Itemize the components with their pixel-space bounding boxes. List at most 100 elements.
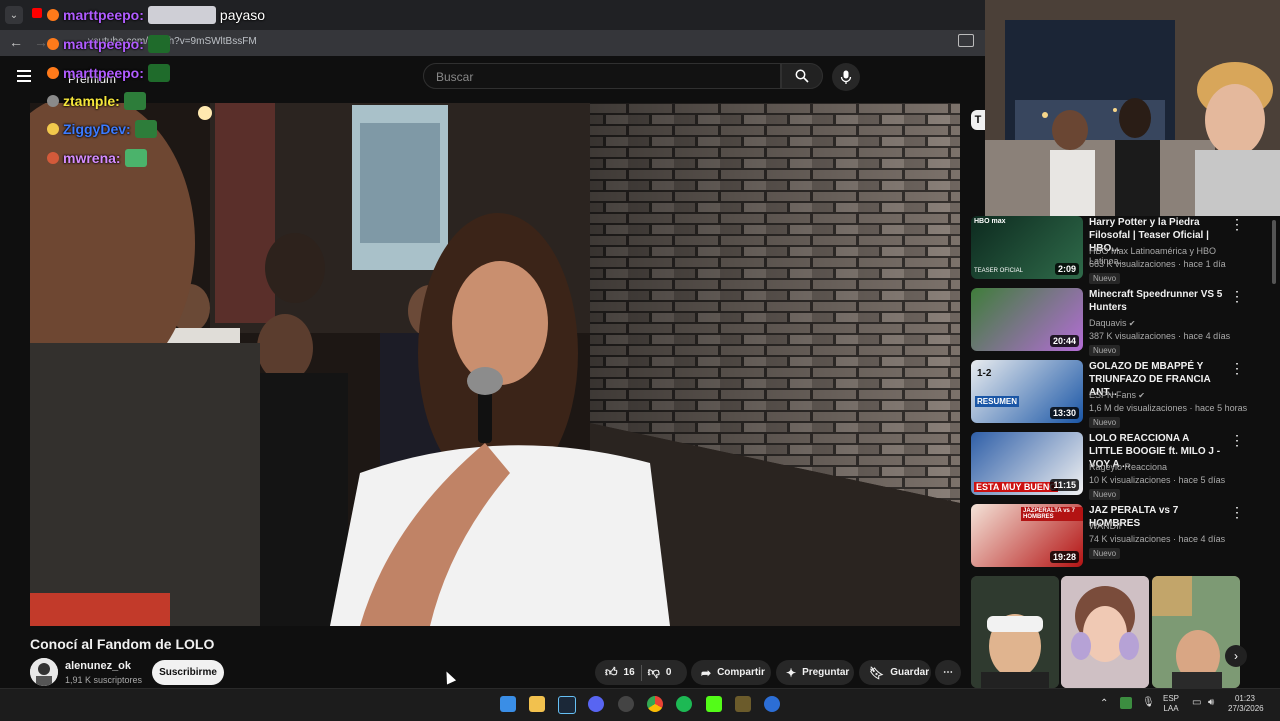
chat-message: marttpeepo: xyxy=(47,35,174,53)
chat-badge-icon xyxy=(47,152,59,164)
recommended-channel[interactable]: ESPN Fans ✔ xyxy=(1089,390,1145,400)
verified-icon: ✔ xyxy=(1126,319,1136,328)
video-thumbnail[interactable]: 20:44 xyxy=(971,288,1083,351)
chat-emote-icon xyxy=(124,149,147,167)
live-thumbnail[interactable] xyxy=(971,576,1059,688)
chat-message: marttpeepo: xyxy=(47,64,174,82)
streamer-webcam xyxy=(985,0,1280,216)
recommended-video-title[interactable]: Minecraft Speedrunner VS 5 Hunters xyxy=(1089,288,1225,314)
video-thumbnail[interactable]: HBO max TEASER OFICIAL 2:09 xyxy=(971,216,1083,279)
like-button[interactable]: 👍︎ 16 xyxy=(605,665,635,680)
recommended-channel[interactable]: WANDII xyxy=(1089,521,1121,531)
spotify-icon[interactable] xyxy=(676,696,692,712)
carousel-next-button[interactable]: › xyxy=(1225,645,1247,667)
tray-app-icon[interactable] xyxy=(1120,697,1132,709)
more-vertical-icon[interactable]: ⋮ xyxy=(1230,360,1244,377)
microphone-tray-icon[interactable]: 🎙︎ xyxy=(1142,698,1155,708)
divider xyxy=(640,664,642,681)
new-badge: Nuevo xyxy=(1089,417,1121,428)
subscribe-button[interactable]: Suscribirme xyxy=(152,660,224,685)
volume-icon[interactable]: 🔊︎ xyxy=(1208,698,1214,708)
chat-emote-icon xyxy=(147,35,170,53)
save-button[interactable]: 🔖︎ Guardar xyxy=(859,660,931,685)
hamburger-menu-icon[interactable] xyxy=(17,70,31,82)
video-thumbnail[interactable]: 1-2 RESUMEN 13:30 xyxy=(971,360,1083,423)
clock-time: 01:23 xyxy=(1234,694,1256,703)
recommended-video[interactable]: 1-2 RESUMEN 13:30 GOLAZO DE MBAPPÉ Y TRIUNF… xyxy=(971,360,1251,428)
chat-badge-icon xyxy=(47,38,59,50)
thumbnail-text: RESUMEN xyxy=(975,396,1020,407)
file-explorer-icon[interactable] xyxy=(529,696,545,712)
share-button[interactable]: ➦ Compartir xyxy=(691,660,771,685)
subscriber-count: 1,91 K suscriptores xyxy=(65,675,143,685)
recommended-channel-name: WANDII xyxy=(1089,521,1122,531)
avatar-image xyxy=(30,658,58,686)
chat-badge-icon xyxy=(47,123,59,135)
video-duration: 20:44 xyxy=(1049,335,1079,347)
keyboard-layout: LAA xyxy=(1163,704,1179,713)
live-thumbnail[interactable] xyxy=(1152,576,1240,688)
channel-name[interactable]: alenunez_ok xyxy=(65,660,131,672)
forward-arrow-icon[interactable]: → xyxy=(34,34,48,50)
ask-button[interactable]: ✦ Preguntar xyxy=(776,660,854,685)
recommended-video[interactable]: ESTA MUY BUENO 11:15 LOLO REACCIONA A LITT… xyxy=(971,432,1251,500)
mouse-cursor-icon xyxy=(441,669,457,685)
chrome-icon[interactable] xyxy=(647,696,663,712)
more-actions-button[interactable]: ⋯ xyxy=(935,660,961,685)
chat-emote-icon xyxy=(123,92,146,110)
more-vertical-icon[interactable]: ⋮ xyxy=(1230,216,1244,233)
search-input[interactable] xyxy=(434,69,768,85)
chat-badge-icon xyxy=(47,95,59,107)
video-thumbnail[interactable]: ESTA MUY BUENO 11:15 xyxy=(971,432,1083,495)
recommended-channel[interactable]: Rageylo Reacciona xyxy=(1089,462,1167,472)
minecraft-icon[interactable] xyxy=(735,696,751,712)
search-button[interactable] xyxy=(781,63,823,89)
more-vertical-icon[interactable]: ⋮ xyxy=(1230,288,1244,305)
language-indicator[interactable]: ESP LAA xyxy=(1163,694,1179,714)
back-arrow-icon[interactable]: ← xyxy=(9,34,23,50)
windows-start-icon[interactable] xyxy=(500,696,516,712)
filter-chip[interactable]: T xyxy=(971,110,985,130)
video-duration: 11:15 xyxy=(1050,479,1079,491)
more-vertical-icon[interactable]: ⋮ xyxy=(1230,432,1244,449)
recommended-video[interactable]: 20:44 Minecraft Speedrunner VS 5 Hunters D… xyxy=(971,288,1251,356)
chat-username: marttpeepo: xyxy=(63,7,144,23)
thumbnail-text: 1-2 xyxy=(977,368,992,379)
voice-search-button[interactable] xyxy=(832,63,860,91)
video-thumbnail[interactable]: JAZPERALTA vs 7 HOMBRES 19:28 xyxy=(971,504,1083,567)
recommended-channel-name: Daquavis xyxy=(1089,318,1127,328)
recommended-video[interactable]: HBO max TEASER OFICIAL 2:09 Harry Potter y … xyxy=(971,216,1251,284)
chat-emote-icon xyxy=(134,120,157,138)
kick-icon[interactable] xyxy=(706,696,722,712)
sidebar-scrollbar[interactable] xyxy=(1272,220,1276,284)
youtube-favicon[interactable] xyxy=(32,8,42,18)
dislike-button[interactable]: 👎︎ 0 xyxy=(648,665,672,680)
video-duration: 2:09 xyxy=(1054,263,1079,275)
tab-search-dropdown-icon[interactable]: ⌄ xyxy=(5,6,23,24)
recommended-channel[interactable]: Daquavis ✔ xyxy=(1089,318,1135,328)
clock[interactable]: 01:23 27/3/2026 xyxy=(1228,694,1264,714)
live-thumbnail[interactable] xyxy=(1061,576,1149,688)
live-thumbnails-row xyxy=(971,576,1241,688)
chat-message: ZiggyDev: xyxy=(47,120,161,138)
recommended-video[interactable]: JAZPERALTA vs 7 HOMBRES 19:28 JAZ PERALTA … xyxy=(971,504,1251,570)
chevron-up-icon[interactable]: ⌃ xyxy=(1100,699,1108,709)
channel-avatar[interactable] xyxy=(30,658,58,686)
app-icon[interactable] xyxy=(764,696,780,712)
obs-icon[interactable] xyxy=(618,696,634,712)
steam-icon[interactable] xyxy=(558,696,576,714)
discord-icon[interactable] xyxy=(588,696,604,712)
dislike-count: 0 xyxy=(665,667,672,678)
video-duration: 13:30 xyxy=(1049,407,1079,419)
thumbs-up-icon: 👍︎ xyxy=(605,665,618,679)
thumbnail-text: HBO max xyxy=(974,218,1006,225)
thumbnail-text: TEASER OFICIAL xyxy=(974,268,1024,274)
like-dislike-group: 👍︎ 16 👎︎ 0 xyxy=(595,660,687,685)
search-box[interactable] xyxy=(423,63,781,89)
more-vertical-icon[interactable]: ⋮ xyxy=(1230,504,1244,521)
network-icon[interactable]: ▭ xyxy=(1192,698,1201,708)
ask-label: Preguntar xyxy=(802,667,850,678)
video-player[interactable] xyxy=(30,103,960,626)
cast-icon[interactable] xyxy=(958,34,974,47)
share-icon: ➦ xyxy=(701,665,712,680)
